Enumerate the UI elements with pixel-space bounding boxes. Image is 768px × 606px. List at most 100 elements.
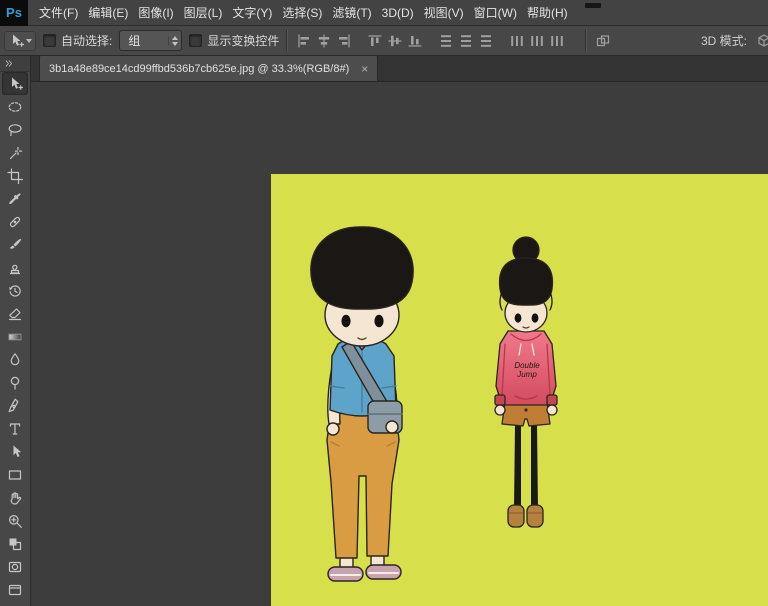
pen-tool[interactable] (2, 394, 28, 417)
canvas-area[interactable]: Double Jump (31, 82, 768, 606)
menu-item-edit[interactable]: 编辑(E) (83, 0, 133, 26)
distribute-vertical-centers-button[interactable] (456, 31, 475, 51)
spinner-icon (168, 36, 178, 46)
distribute-horizontal-centers-button[interactable] (527, 31, 546, 51)
color-swatches[interactable] (2, 532, 28, 555)
zoom-tool[interactable] (2, 509, 28, 532)
dist-v-icon (438, 33, 454, 49)
hoodie-text-line2: Jump (516, 370, 537, 379)
gradient-icon (7, 329, 23, 345)
menu-item-help[interactable]: 帮助(H) (522, 0, 573, 26)
distribute-right-edges-button[interactable] (547, 31, 566, 51)
auto-align-layers-button[interactable] (593, 31, 612, 51)
document-tab[interactable]: 3b1a48e89ce14cd99ffbd536b7cb625e.jpg @ 3… (39, 55, 378, 81)
history-brush-tool[interactable] (2, 279, 28, 302)
al-top-icon (367, 33, 383, 49)
distribute-left-edges-button[interactable] (507, 31, 526, 51)
dist-h-icon (509, 33, 525, 49)
menu-item-file[interactable]: 文件(F) (34, 0, 83, 26)
auto-select-checkbox[interactable]: 自动选择: (43, 32, 112, 49)
al-left-icon (296, 33, 312, 49)
elliptical-marquee-tool[interactable] (2, 95, 28, 118)
photoshop-logo: Ps (0, 0, 28, 26)
crop-tool[interactable] (2, 164, 28, 187)
eyedropper-tool[interactable] (2, 187, 28, 210)
quickselect-icon (7, 145, 23, 161)
cube-icon (756, 33, 768, 49)
menu-item-type[interactable]: 文字(Y) (227, 0, 277, 26)
move-icon (8, 33, 24, 49)
pen-icon (7, 398, 23, 414)
tool-preset-picker[interactable] (4, 31, 36, 51)
minimize-icon[interactable] (585, 3, 601, 8)
menu: 文件(F)编辑(E)图像(I)图层(L)文字(Y)选择(S)滤镜(T)3D(D)… (34, 0, 573, 25)
rectangle-icon (7, 467, 23, 483)
3d-mode-cube-button[interactable] (754, 31, 768, 51)
show-transform-label: 显示变换控件 (207, 32, 279, 49)
lasso-tool[interactable] (2, 118, 28, 141)
checkbox-icon (189, 34, 202, 47)
dodge-icon (7, 375, 23, 391)
spot-healing-brush-tool[interactable] (2, 210, 28, 233)
move-tool[interactable] (2, 72, 28, 95)
eraser-icon (7, 306, 23, 322)
options-bar: 自动选择: 组 显示变换控件 3D 模式: (0, 26, 768, 56)
distribute-top-edges-button[interactable] (436, 31, 455, 51)
marquee-icon (7, 99, 23, 115)
quick-selection-tool[interactable] (2, 141, 28, 164)
align-horizontal-group (294, 31, 353, 51)
menu-item-layer[interactable]: 图层(L) (179, 0, 228, 26)
eraser-tool[interactable] (2, 302, 28, 325)
align-right-edges-button[interactable] (334, 31, 353, 51)
auto-select-label: 自动选择: (61, 32, 112, 49)
menu-item-window[interactable]: 窗口(W) (469, 0, 522, 26)
brush-icon (7, 237, 23, 253)
dodge-tool[interactable] (2, 371, 28, 394)
align-left-edges-button[interactable] (294, 31, 313, 51)
show-transform-controls-checkbox[interactable]: 显示变换控件 (189, 32, 279, 49)
quick-mask-mode[interactable] (2, 555, 28, 578)
gradient-tool[interactable] (2, 325, 28, 348)
screenmode-icon (7, 582, 23, 598)
menu-item-view[interactable]: 视图(V) (419, 0, 469, 26)
close-tab-icon[interactable]: × (361, 63, 368, 75)
dist-v-icon (458, 33, 474, 49)
dist-v-icon (478, 33, 494, 49)
align-bottom-edges-button[interactable] (405, 31, 424, 51)
path-selection-tool[interactable] (2, 440, 28, 463)
menu-item-image[interactable]: 图像(I) (133, 0, 178, 26)
document-area: 3b1a48e89ce14cd99ffbd536b7cb625e.jpg @ 3… (31, 56, 768, 606)
caret-down-icon (26, 39, 32, 43)
distribute-bottom-edges-button[interactable] (476, 31, 495, 51)
hoodie-text-line1: Double (514, 361, 540, 370)
align-vertical-centers-button[interactable] (385, 31, 404, 51)
distribute-horizontal-group (507, 31, 566, 51)
checkbox-icon (43, 34, 56, 47)
auto-select-target-dropdown[interactable]: 组 (119, 30, 182, 51)
hand-tool[interactable] (2, 486, 28, 509)
autoalign-icon (595, 33, 611, 49)
al-centerv-icon (316, 33, 332, 49)
collapse-tools-button[interactable] (0, 56, 30, 72)
screen-mode[interactable] (2, 578, 28, 601)
auto-align-controls (593, 31, 612, 51)
type-tool[interactable] (2, 417, 28, 440)
move-tool-preset-icon (8, 33, 24, 49)
menu-item-threed[interactable]: 3D(D) (377, 0, 419, 26)
healing-icon (7, 214, 23, 230)
align-top-edges-button[interactable] (365, 31, 384, 51)
align-vertical-group (365, 31, 424, 51)
rectangle-tool[interactable] (2, 463, 28, 486)
clone-stamp-tool[interactable] (2, 256, 28, 279)
document-tab-bar: 3b1a48e89ce14cd99ffbd536b7cb625e.jpg @ 3… (31, 56, 768, 82)
blur-tool[interactable] (2, 348, 28, 371)
align-horizontal-centers-button[interactable] (314, 31, 333, 51)
separator (286, 30, 287, 52)
menu-item-select[interactable]: 选择(S) (277, 0, 327, 26)
swatches-icon (7, 536, 23, 552)
menu-item-filter[interactable]: 滤镜(T) (327, 0, 376, 26)
crop-icon (7, 168, 23, 184)
distribute-vertical-group (436, 31, 495, 51)
brush-tool[interactable] (2, 233, 28, 256)
eyedropper-icon (7, 191, 23, 207)
